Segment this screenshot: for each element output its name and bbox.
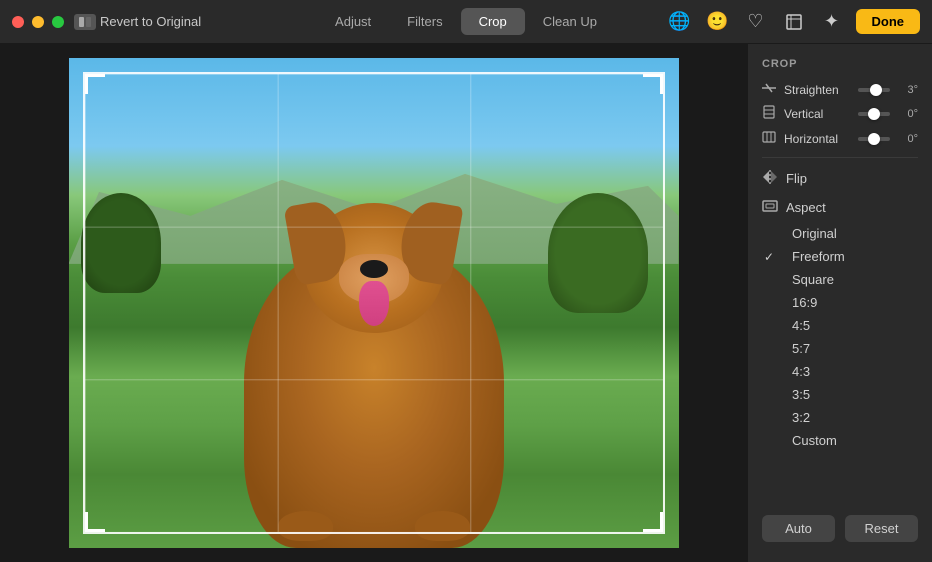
aspect-label: Aspect [786,200,826,215]
magic-wand-icon[interactable]: ✦ [818,8,846,36]
straighten-icon [762,82,778,97]
photo-background [69,58,679,548]
done-button[interactable]: Done [856,9,921,34]
straighten-row: Straighten 3° [748,78,932,101]
horizontal-label: Horizontal [784,132,852,146]
flip-label: Flip [786,171,807,186]
checkmark-square [764,273,780,287]
flip-row[interactable]: Flip [748,164,932,193]
panel-bottom-buttons: Auto Reset [748,505,932,552]
photo-tree-left [81,193,161,293]
tab-crop[interactable]: Crop [461,8,525,35]
horizontal-row: Horizontal 0° [748,126,932,151]
aspect-freeform-label: Freeform [792,249,845,264]
straighten-value: 3° [896,84,918,96]
checkmark-custom [764,434,780,448]
auto-button[interactable]: Auto [762,515,835,542]
aspect-section: Original ✓ Freeform Square 16:9 4:5 5:7 [748,222,932,452]
minimize-button[interactable] [32,16,44,28]
aspect-5-7[interactable]: 5:7 [748,337,932,360]
aspect-3-5[interactable]: 3:5 [748,383,932,406]
aspect-16-9-label: 16:9 [792,295,817,310]
aspect-5-7-label: 5:7 [792,341,810,356]
horizontal-icon [762,130,778,147]
globe-icon[interactable]: 🌐 [666,8,694,36]
aspect-4-5[interactable]: 4:5 [748,314,932,337]
checkmark-3-5 [764,388,780,402]
aspect-row[interactable]: Aspect [748,193,932,222]
vertical-slider[interactable] [858,112,890,116]
view-controls [74,14,96,30]
dog-figure [214,178,534,548]
aspect-square-label: Square [792,272,834,287]
horizontal-value: 0° [896,133,918,145]
horizontal-thumb[interactable] [868,133,880,145]
tab-filters[interactable]: Filters [389,8,460,35]
aspect-4-3-label: 4:3 [792,364,810,379]
view-single-icon[interactable] [74,14,96,30]
checkmark-4-3 [764,365,780,379]
vertical-value: 0° [896,108,918,120]
vertical-row: Vertical 0° [748,101,932,126]
panel-title: CROP [748,54,932,78]
aspect-3-5-label: 3:5 [792,387,810,402]
heart-icon[interactable]: ♡ [742,8,770,36]
aspect-4-5-label: 4:5 [792,318,810,333]
vertical-label: Vertical [784,107,852,121]
tab-adjust[interactable]: Adjust [317,8,389,35]
nav-tabs: Adjust Filters Crop Clean Up [317,8,615,35]
straighten-thumb[interactable] [870,84,882,96]
horizontal-slider[interactable] [858,137,890,141]
crop-frame-icon[interactable] [780,8,808,36]
checkmark-16-9 [764,296,780,310]
aspect-3-2[interactable]: 3:2 [748,406,932,429]
aspect-original[interactable]: Original [748,222,932,245]
aspect-custom-label: Custom [792,433,837,448]
emoji-icon[interactable]: 🙂 [704,8,732,36]
checkmark-freeform: ✓ [764,250,780,264]
aspect-freeform[interactable]: ✓ Freeform [748,245,932,268]
tab-cleanup[interactable]: Clean Up [525,8,615,35]
aspect-3-2-label: 3:2 [792,410,810,425]
toolbar-right: 🌐 🙂 ♡ ✦ Done [666,8,921,36]
vertical-icon [762,105,778,122]
checkmark-3-2 [764,411,780,425]
straighten-label: Straighten [784,83,852,97]
titlebar: Revert to Original Adjust Filters Crop C… [0,0,932,44]
revert-button[interactable]: Revert to Original [100,14,201,29]
vertical-thumb[interactable] [868,108,880,120]
aspect-icon [762,199,778,216]
traffic-lights [12,16,64,28]
aspect-square[interactable]: Square [748,268,932,291]
divider-1 [762,157,918,158]
straighten-slider[interactable] [858,88,890,92]
right-panel: CROP Straighten 3° [747,44,932,562]
checkmark-original [764,227,780,241]
photo-container [69,58,679,548]
maximize-button[interactable] [52,16,64,28]
aspect-4-3[interactable]: 4:3 [748,360,932,383]
checkmark-5-7 [764,342,780,356]
aspect-original-label: Original [792,226,837,241]
aspect-16-9[interactable]: 16:9 [748,291,932,314]
close-button[interactable] [12,16,24,28]
photo-tree-right [548,193,648,313]
checkmark-4-5 [764,319,780,333]
main-content: CROP Straighten 3° [0,44,932,562]
aspect-custom[interactable]: Custom [748,429,932,452]
flip-icon [762,170,778,187]
reset-button[interactable]: Reset [845,515,918,542]
photo-area [0,44,747,562]
